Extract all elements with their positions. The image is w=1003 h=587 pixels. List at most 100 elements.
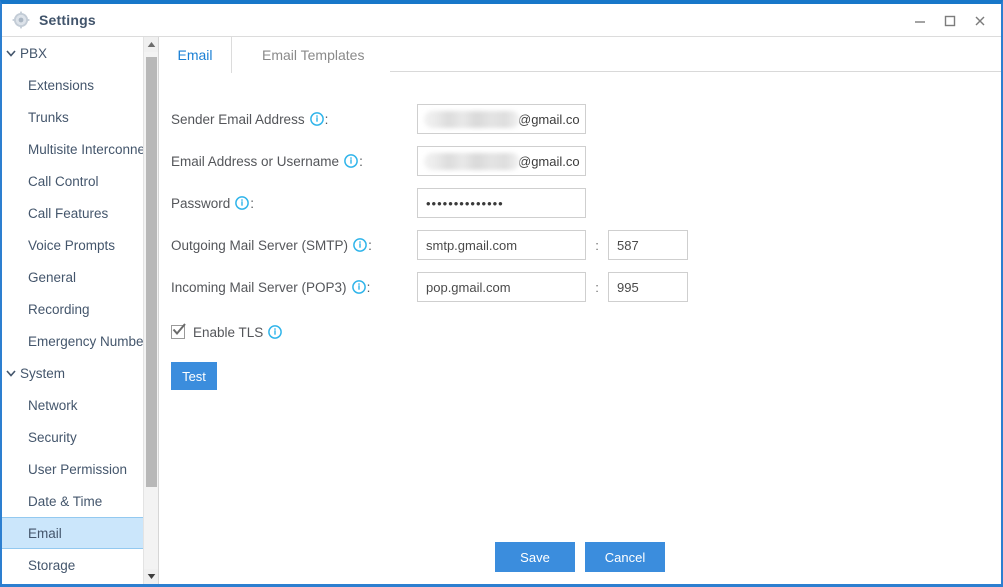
triangle-down-icon[interactable]: [144, 569, 158, 584]
sidebar-item-label: Emergency Number: [28, 333, 149, 349]
sidebar-item-security[interactable]: Security: [2, 421, 143, 453]
test-button-row: Test: [159, 362, 1001, 390]
label-text: Password: [171, 195, 231, 211]
smtp-server-input[interactable]: [417, 230, 586, 260]
sidebar-item-call-features[interactable]: Call Features: [2, 197, 143, 229]
sidebar-item-storage[interactable]: Storage: [2, 549, 143, 581]
redacted-value: [424, 110, 520, 128]
sidebar-item-email[interactable]: Email: [2, 517, 143, 549]
tab-label: Email: [177, 46, 213, 63]
settings-window: Settings PBX Extensions Trunks Multisite…: [0, 0, 1003, 587]
sidebar-item-label: Storage: [28, 557, 76, 573]
pop3-port-input[interactable]: [608, 272, 688, 302]
sidebar-item-label: Call Features: [28, 205, 109, 221]
email-settings-form: Sender Email Address : @gmail.co Email A…: [159, 72, 1001, 584]
label-colon: :: [250, 195, 255, 211]
sidebar-item-general[interactable]: General: [2, 261, 143, 293]
port-separator: :: [595, 279, 599, 295]
sidebar-item-label: Multisite Interconnect: [28, 141, 156, 157]
form-row-email-address-or-username: Email Address or Username : @gmail.co: [159, 140, 1001, 182]
info-icon[interactable]: [268, 325, 283, 339]
password-input[interactable]: ••••••••••••••: [417, 188, 586, 218]
pop3-server-input[interactable]: [417, 272, 586, 302]
field-label: Password :: [171, 196, 417, 211]
sidebar-item-trunks[interactable]: Trunks: [2, 101, 143, 133]
window-title: Settings: [39, 12, 96, 28]
label-text: Email Address or Username: [171, 153, 340, 169]
label-text: Incoming Mail Server (POP3): [171, 279, 347, 295]
label-colon: :: [368, 237, 372, 253]
smtp-port-input[interactable]: [608, 230, 688, 260]
minimize-icon[interactable]: [907, 8, 933, 34]
field-label: Email Address or Username :: [171, 154, 417, 169]
triangle-up-icon[interactable]: [144, 37, 158, 52]
sidebar-item-label: Network: [28, 397, 78, 413]
label-colon: :: [324, 111, 329, 127]
title-bar: Settings: [2, 4, 1001, 37]
sidebar-item-label: User Permission: [28, 461, 128, 477]
chevron-down-icon: [4, 46, 18, 60]
tab-email[interactable]: Email: [159, 37, 231, 73]
sidebar-item-label: General: [28, 269, 77, 285]
sidebar-scrollbar[interactable]: [143, 37, 158, 584]
sidebar-item-date-time[interactable]: Date & Time: [2, 485, 143, 517]
gear-icon: [12, 11, 30, 29]
info-icon[interactable]: [353, 238, 367, 252]
sidebar-item-emergency-number[interactable]: Emergency Number: [2, 325, 148, 357]
scrollbar-thumb[interactable]: [146, 57, 157, 487]
sender-email-address-input[interactable]: @gmail.co: [417, 104, 586, 134]
field-label: Incoming Mail Server (POP3) :: [171, 280, 417, 295]
info-icon[interactable]: [351, 280, 366, 294]
tab-bar: Email Email Templates: [159, 37, 1001, 73]
sidebar-item-user-permission[interactable]: User Permission: [2, 453, 143, 485]
sidebar-nav-list: PBX Extensions Trunks Multisite Intercon…: [2, 37, 156, 584]
label-colon: :: [359, 153, 363, 169]
sidebar-item-label: PBX: [20, 45, 48, 61]
form-row-enable-tls: Enable TLS: [159, 312, 1001, 352]
test-button[interactable]: Test: [171, 362, 217, 390]
sidebar-item-label: Email: [28, 525, 62, 541]
enable-tls-label: Enable TLS: [193, 324, 264, 340]
tab-label: Email Templates: [262, 47, 365, 63]
email-address-or-username-input[interactable]: @gmail.co: [417, 146, 586, 176]
sidebar-item-label: Trunks: [28, 109, 69, 125]
sidebar-item-pbx[interactable]: PBX: [2, 37, 143, 69]
form-row-password: Password : ••••••••••••••: [159, 182, 1001, 224]
port-separator: :: [595, 237, 599, 253]
sidebar-item-label: System: [20, 365, 66, 381]
window-body: PBX Extensions Trunks Multisite Intercon…: [2, 37, 1001, 584]
tab-email-templates[interactable]: Email Templates: [231, 37, 391, 73]
sidebar-item-label: Extensions: [28, 77, 95, 93]
sidebar-item-network[interactable]: Network: [2, 389, 143, 421]
form-row-incoming-mail-server: Incoming Mail Server (POP3) : :: [159, 266, 1001, 308]
close-icon[interactable]: [967, 8, 993, 34]
sidebar-item-multisite-interconnect[interactable]: Multisite Interconnect: [2, 133, 156, 165]
footer-buttons: Save Cancel: [159, 542, 1001, 572]
sidebar: PBX Extensions Trunks Multisite Intercon…: [2, 37, 159, 584]
redacted-value: [424, 152, 520, 170]
form-row-outgoing-mail-server: Outgoing Mail Server (SMTP) : :: [159, 224, 1001, 266]
save-button[interactable]: Save: [495, 542, 575, 572]
sidebar-item-label: Security: [28, 429, 77, 445]
sidebar-item-label: Call Control: [28, 173, 99, 189]
enable-tls-checkbox[interactable]: [171, 323, 186, 339]
sidebar-item-label: Voice Prompts: [28, 237, 116, 253]
password-masked-value: ••••••••••••••: [426, 195, 504, 211]
window-controls: [907, 4, 993, 37]
info-icon[interactable]: [344, 154, 358, 168]
sidebar-item-call-control[interactable]: Call Control: [2, 165, 143, 197]
sidebar-item-system[interactable]: System: [2, 357, 143, 389]
sidebar-item-extensions[interactable]: Extensions: [2, 69, 143, 101]
label-text: Sender Email Address: [171, 111, 305, 127]
field-label: Sender Email Address :: [171, 112, 417, 127]
sidebar-item-label: Date & Time: [28, 493, 103, 509]
main-panel: Email Email Templates Sender Email Addre…: [159, 37, 1001, 584]
sidebar-item-recording[interactable]: Recording: [2, 293, 143, 325]
sidebar-item-voice-prompts[interactable]: Voice Prompts: [2, 229, 143, 261]
maximize-icon[interactable]: [937, 8, 963, 34]
label-colon: :: [366, 279, 371, 295]
info-icon[interactable]: [309, 112, 324, 126]
email-domain-text: @gmail.co: [518, 111, 580, 127]
cancel-button[interactable]: Cancel: [585, 542, 665, 572]
info-icon[interactable]: [235, 196, 250, 210]
